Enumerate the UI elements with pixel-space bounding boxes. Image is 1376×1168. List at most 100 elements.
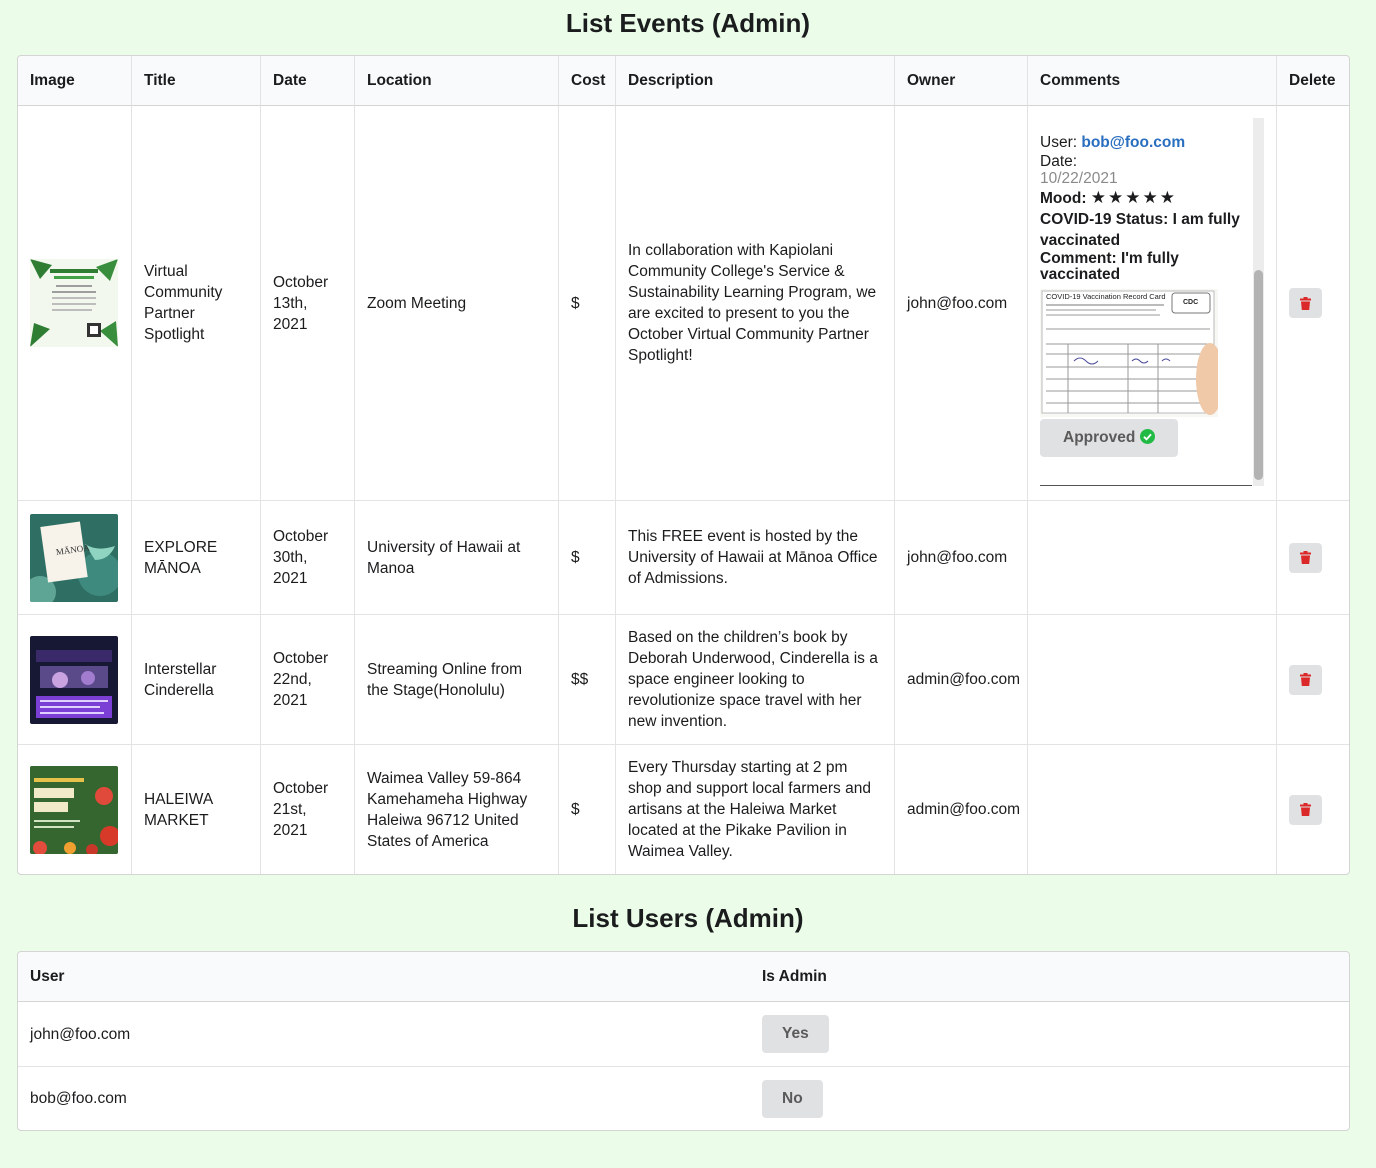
card-title: COVID-19 Vaccination Record Card [1046, 292, 1166, 301]
delete-event-button[interactable] [1289, 542, 1322, 573]
col-user: User [18, 952, 750, 1002]
delete-cell [1276, 106, 1349, 500]
delete-cell [1276, 500, 1349, 614]
event-image [30, 765, 118, 854]
event-image: MĀNOA [30, 513, 118, 602]
user-row: bob@foo.com No [18, 1066, 1349, 1130]
event-date: October 21st, 2021 [260, 744, 354, 874]
comments-cell [1027, 614, 1276, 744]
col-comments: Comments [1027, 56, 1276, 106]
trash-icon [1300, 803, 1311, 816]
col-owner: Owner [894, 56, 1027, 106]
delete-event-button[interactable] [1289, 664, 1322, 695]
user-row: john@foo.com Yes [18, 1002, 1349, 1066]
comment-item: User: bob@foo.com Date: 10/22/2021 Mood:… [1040, 118, 1256, 486]
users-header-row: User Is Admin [18, 952, 1349, 1002]
event-location: University of Hawaii at Manoa [354, 500, 558, 614]
event-date: October 30th, 2021 [260, 500, 354, 614]
event-description: This FREE event is hosted by the Univers… [615, 500, 894, 614]
event-row: HALEIWA MARKET October 21st, 2021 Waimea… [18, 744, 1349, 874]
events-table: Image Title Date Location Cost Descripti… [17, 55, 1350, 875]
comments-scrollbar[interactable] [1253, 118, 1264, 486]
comment-divider [1040, 485, 1252, 486]
comment-covid-status: COVID-19 Status: I am fully vaccinated [1040, 211, 1240, 249]
star-icon: ★ [1125, 188, 1143, 207]
users-title: List Users (Admin) [572, 903, 804, 933]
comments-cell [1027, 744, 1276, 874]
event-image-cell [18, 614, 131, 744]
event-description: Every Thursday starting at 2 pm shop and… [615, 744, 894, 874]
events-title: List Events (Admin) [565, 8, 811, 38]
event-row: Interstellar Cinderella October 22nd, 20… [18, 614, 1349, 744]
event-row: MĀNOA EXPLORE MĀNOA October 30th, 2021 U… [18, 500, 1349, 614]
admin-cell: Yes [750, 1002, 1349, 1066]
col-is-admin: Is Admin [750, 952, 1349, 1002]
comment-date-label: Date: [1040, 153, 1078, 170]
event-cost: $ [558, 500, 615, 614]
col-delete: Delete [1276, 56, 1349, 106]
event-description: Based on the children’s book by Deborah … [615, 614, 894, 744]
delete-event-button[interactable] [1289, 794, 1322, 825]
trash-icon [1300, 551, 1311, 564]
delete-cell [1276, 744, 1349, 874]
event-owner: admin@foo.com [894, 744, 1027, 874]
event-title: HALEIWA MARKET [131, 744, 260, 874]
comment-date: 10/22/2021 [1040, 170, 1118, 187]
users-table: User Is Admin john@foo.com Yes bob@foo.c… [17, 951, 1350, 1131]
col-location: Location [354, 56, 558, 106]
approved-button[interactable]: Approved [1040, 419, 1178, 457]
admin-toggle-button[interactable]: No [762, 1079, 823, 1118]
event-title: EXPLORE MĀNOA [131, 500, 260, 614]
delete-cell [1276, 614, 1349, 744]
star-icon: ★ [1108, 188, 1126, 207]
event-title: Interstellar Cinderella [131, 614, 260, 744]
event-description: In collaboration with Kapiolani Communit… [615, 106, 894, 500]
comments-scroll-panel[interactable]: User: bob@foo.com Date: 10/22/2021 Mood:… [1040, 118, 1276, 486]
col-description: Description [615, 56, 894, 106]
event-image-cell [18, 106, 131, 500]
event-image [30, 259, 118, 347]
event-image-cell: MĀNOA [18, 500, 131, 614]
col-cost: Cost [558, 56, 615, 106]
star-icon: ★ [1159, 188, 1178, 207]
event-cost: $ [558, 106, 615, 500]
comment-mood-label: Mood: [1040, 190, 1087, 207]
comments-cell: User: bob@foo.com Date: 10/22/2021 Mood:… [1027, 106, 1276, 500]
comment-user-label: User: [1040, 134, 1078, 151]
user-email: bob@foo.com [18, 1066, 750, 1130]
user-email: john@foo.com [30, 1025, 131, 1043]
mood-rating: ★★★★★ [1090, 188, 1178, 207]
approved-label: Approved [1063, 429, 1136, 446]
event-row: Virtual Community Partner Spotlight Octo… [18, 106, 1349, 500]
check-circle-icon [1139, 429, 1155, 444]
comment-text: Comment: I'm fully vaccinated [1040, 250, 1179, 283]
event-cost: $ [558, 744, 615, 874]
event-location: Zoom Meeting [354, 106, 558, 500]
event-image [30, 635, 118, 724]
admin-toggle-button[interactable]: Yes [762, 1015, 829, 1053]
event-cost: $$ [558, 614, 615, 744]
comments-scrollbar-thumb[interactable] [1254, 270, 1263, 480]
col-title: Title [131, 56, 260, 106]
event-title: Virtual Community Partner Spotlight [131, 106, 260, 500]
event-owner: john@foo.com [894, 500, 1027, 614]
trash-icon [1300, 296, 1311, 310]
star-icon: ★ [1142, 188, 1160, 207]
delete-event-button[interactable] [1289, 288, 1322, 318]
event-owner: john@foo.com [894, 106, 1027, 500]
event-date: October 13th, 2021 [260, 106, 354, 500]
event-date: October 22nd, 2021 [260, 614, 354, 744]
star-icon: ★ [1090, 188, 1109, 207]
event-location: Waimea Valley 59-864 Kamehameha Highway … [354, 744, 558, 874]
cdc-logo: CDC [1183, 299, 1198, 306]
event-owner: admin@foo.com [894, 614, 1027, 744]
col-date: Date [260, 56, 354, 106]
events-header-row: Image Title Date Location Cost Descripti… [18, 56, 1349, 106]
event-image-cell [18, 744, 131, 874]
admin-cell: No [750, 1066, 1349, 1130]
comments-cell [1027, 500, 1276, 614]
event-location: Streaming Online from the Stage(Honolulu… [354, 614, 558, 744]
col-image: Image [18, 56, 131, 106]
trash-icon [1300, 673, 1311, 686]
comment-user-link[interactable]: bob@foo.com [1081, 134, 1185, 151]
